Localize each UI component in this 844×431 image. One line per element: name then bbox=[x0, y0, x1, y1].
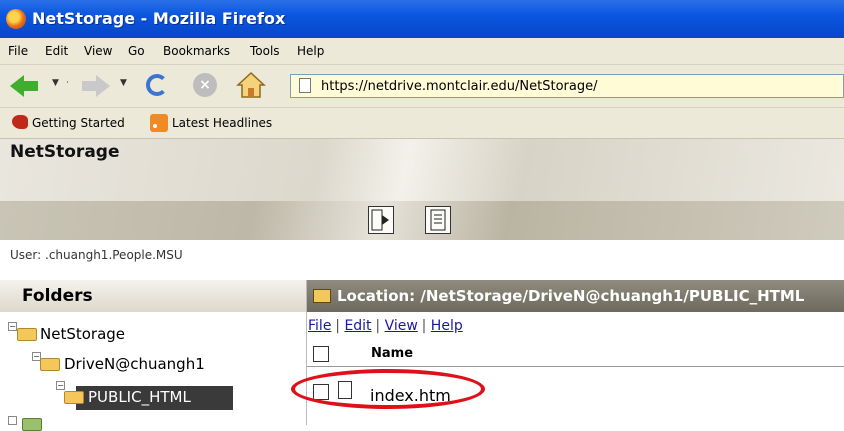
app-toolbar bbox=[0, 201, 844, 240]
url-text[interactable]: https://netdrive.montclair.edu/NetStorag… bbox=[321, 79, 597, 94]
bookmarks-toolbar: Getting Started Latest Headlines bbox=[0, 108, 844, 139]
page-icon bbox=[299, 78, 311, 93]
folders-heading: Folders bbox=[22, 286, 93, 306]
back-dropdown-icon[interactable]: ▼ bbox=[52, 78, 59, 88]
window-titlebar: NetStorage - Mozilla Firefox bbox=[0, 0, 844, 38]
location-header: Location: /NetStorage/DriveN@chuangh1/PU… bbox=[307, 280, 844, 312]
app-header: NetStorage bbox=[0, 139, 844, 201]
forward-button[interactable] bbox=[82, 81, 96, 91]
menu-tools[interactable]: Tools bbox=[250, 44, 280, 58]
navigation-toolbar: ▼ · ▼ × https://netdrive.montclair.edu/N… bbox=[0, 65, 844, 108]
folder-open-icon bbox=[17, 328, 37, 341]
folder-open-icon bbox=[40, 358, 60, 371]
forward-arrow-icon[interactable] bbox=[96, 75, 110, 97]
back-button[interactable] bbox=[24, 81, 38, 91]
menu-help[interactable]: Help bbox=[297, 44, 324, 58]
back-arrow-icon[interactable] bbox=[10, 75, 24, 97]
location-path: Location: /NetStorage/DriveN@chuangh1/PU… bbox=[337, 287, 805, 305]
name-column-header[interactable]: Name bbox=[371, 346, 413, 361]
menu-go[interactable]: Go bbox=[128, 44, 145, 58]
view-menu-link[interactable]: View bbox=[385, 318, 418, 334]
tree-item-netstorage[interactable]: NetStorage bbox=[40, 325, 125, 343]
highlight-ring bbox=[291, 369, 485, 409]
folder-open-icon bbox=[64, 391, 84, 404]
tree-expander-icon[interactable]: − bbox=[56, 381, 65, 390]
menu-view[interactable]: View bbox=[84, 44, 112, 58]
user-label: User: .chuangh1.People.MSU bbox=[10, 248, 183, 262]
menu-edit[interactable]: Edit bbox=[45, 44, 68, 58]
reload-icon[interactable] bbox=[146, 74, 168, 96]
menu-separator: | bbox=[375, 318, 385, 334]
file-menu-link[interactable]: File bbox=[308, 318, 331, 334]
select-all-checkbox[interactable] bbox=[313, 346, 329, 362]
tree-item-public-html[interactable]: PUBLIC_HTML bbox=[88, 388, 191, 406]
separator-dot: · bbox=[66, 78, 69, 88]
location-menu: File | Edit | View | Help bbox=[308, 318, 463, 334]
forward-dropdown-icon[interactable]: ▼ bbox=[120, 78, 127, 88]
menu-separator: | bbox=[421, 318, 431, 334]
tree-expander-icon[interactable] bbox=[8, 416, 17, 425]
document-icon[interactable] bbox=[425, 206, 451, 234]
folders-header: Folders bbox=[0, 280, 306, 312]
menu-file[interactable]: File bbox=[8, 44, 28, 58]
edit-menu-link[interactable]: Edit bbox=[344, 318, 371, 334]
menu-bar: File Edit View Go Bookmarks Tools Help bbox=[0, 38, 844, 65]
window-title: NetStorage - Mozilla Firefox bbox=[32, 9, 286, 28]
home-icon[interactable] bbox=[236, 71, 266, 99]
up-folder-icon[interactable] bbox=[313, 289, 331, 303]
bookmark-getting-started[interactable]: Getting Started bbox=[32, 116, 125, 130]
bookmark-latest-headlines[interactable]: Latest Headlines bbox=[172, 116, 272, 130]
menu-bookmarks[interactable]: Bookmarks bbox=[163, 44, 230, 58]
tree-item-drive[interactable]: DriveN@chuangh1 bbox=[64, 355, 205, 373]
firefox-logo-icon bbox=[6, 9, 26, 29]
tree-expander-icon[interactable]: − bbox=[8, 322, 17, 331]
help-menu-link[interactable]: Help bbox=[431, 318, 463, 334]
logout-icon[interactable] bbox=[368, 206, 394, 234]
app-title: NetStorage bbox=[10, 142, 120, 162]
getting-started-icon bbox=[12, 115, 28, 129]
stop-icon[interactable]: × bbox=[193, 73, 217, 97]
url-bar[interactable]: https://netdrive.montclair.edu/NetStorag… bbox=[290, 74, 844, 98]
rss-icon bbox=[150, 114, 168, 132]
header-divider bbox=[307, 366, 844, 367]
